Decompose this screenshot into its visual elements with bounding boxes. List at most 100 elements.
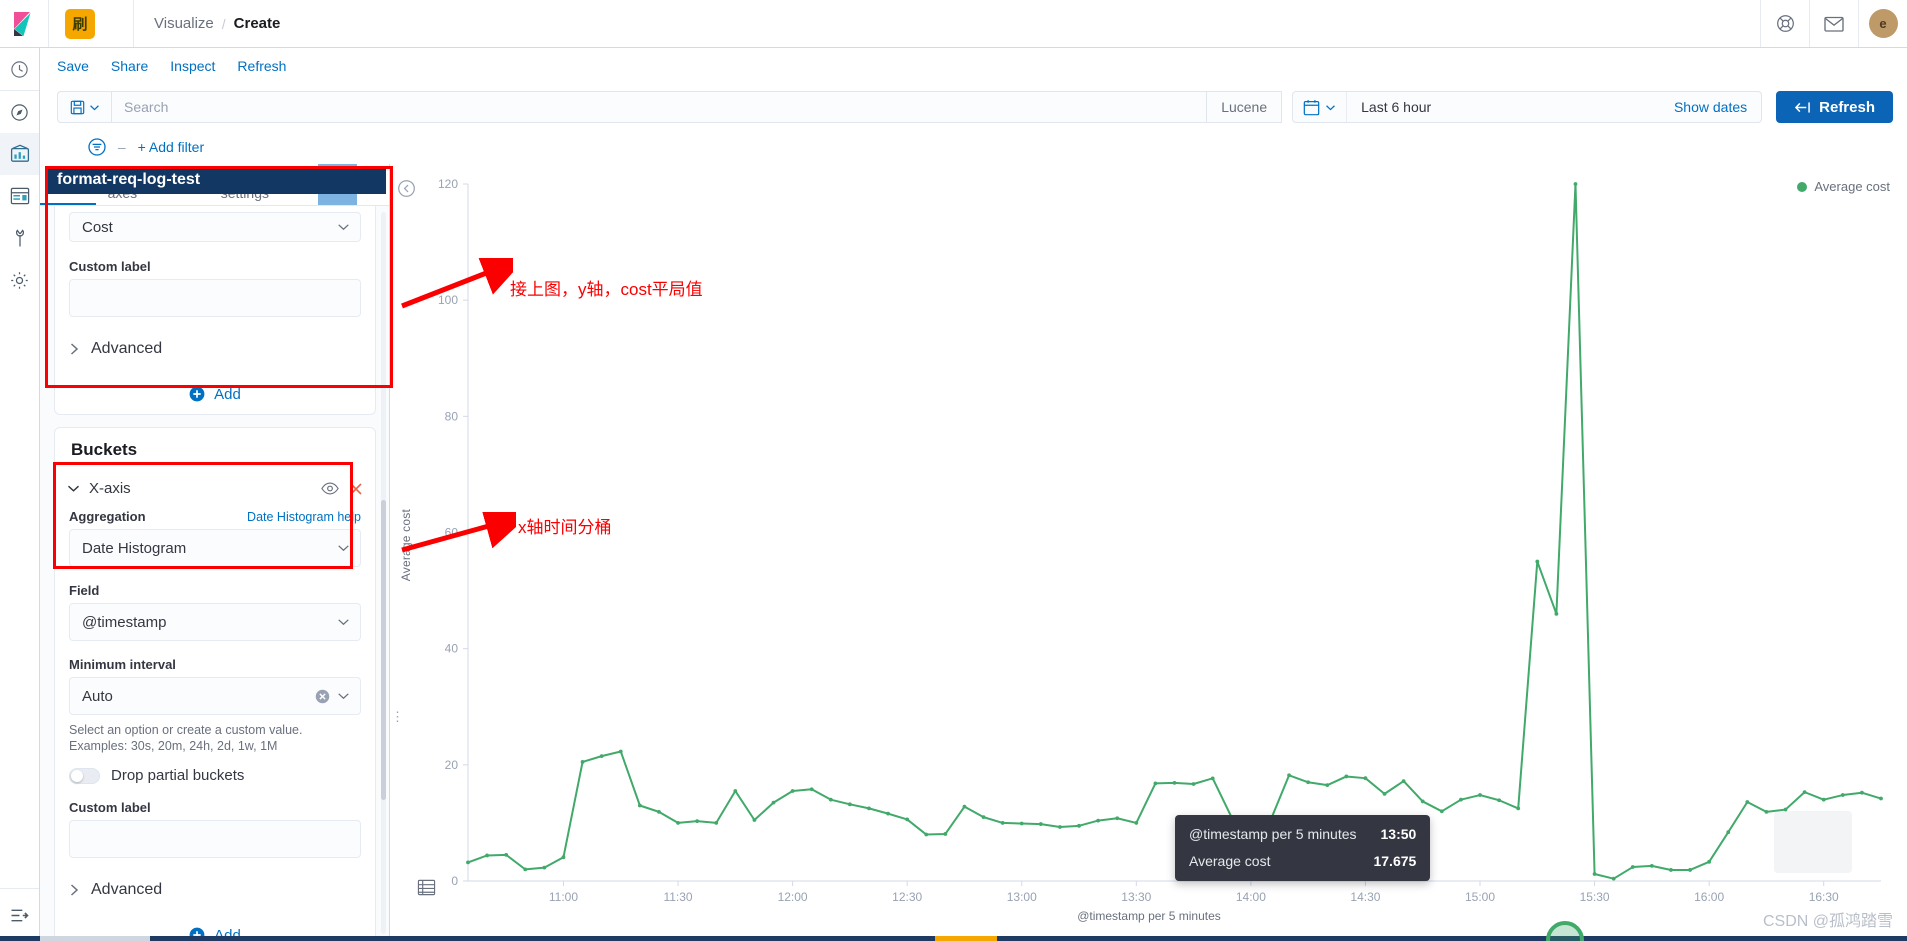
bucket-custom-label-input[interactable] — [69, 820, 361, 858]
plus-circle-icon — [189, 386, 205, 402]
add-filter-button[interactable]: + Add filter — [138, 139, 205, 155]
save-button[interactable]: Save — [57, 58, 89, 74]
metric-custom-label-label: Custom label — [69, 259, 151, 274]
metric-add-button[interactable]: Add — [55, 374, 375, 414]
chart-data-point — [1287, 773, 1291, 778]
metric-field-value: Cost — [82, 218, 113, 236]
eye-icon[interactable] — [321, 482, 339, 495]
y-axis-tick-label: 60 — [445, 526, 459, 540]
clear-circle-icon[interactable] — [315, 689, 330, 704]
x-axis-tick-label: 14:00 — [1236, 890, 1266, 904]
chart-data-point — [1669, 868, 1673, 872]
x-axis-tick-label: 15:00 — [1465, 890, 1495, 904]
data-table-icon[interactable] — [417, 878, 436, 897]
chart-data-point — [561, 855, 566, 860]
watermark-text: CSDN @孤鸿踏雪 — [1762, 913, 1893, 930]
aggregation-value: Date Histogram — [82, 539, 187, 557]
drop-partial-buckets-toggle[interactable] — [69, 767, 100, 784]
drop-partial-buckets-row[interactable]: Drop partial buckets — [69, 767, 361, 784]
sidebar-item-dashboard[interactable] — [0, 175, 39, 217]
x-axis-tick-label: 13:30 — [1121, 890, 1151, 904]
date-histogram-help-link[interactable]: Date Histogram help — [247, 510, 361, 524]
share-button[interactable]: Share — [111, 58, 148, 74]
sidebar-item-management[interactable] — [0, 259, 39, 301]
side-nav-rail — [0, 48, 40, 941]
chart-data-point — [752, 818, 757, 822]
search-input[interactable] — [112, 92, 1207, 122]
chart-data-point — [828, 797, 833, 802]
chart-data-point — [1363, 776, 1368, 781]
global-header: 刷 Visualize / Create e — [0, 0, 1907, 48]
chart-data-point — [1344, 774, 1349, 779]
saved-query-button[interactable] — [57, 91, 111, 123]
chart-data-point — [1840, 793, 1845, 797]
chart-data-point — [1058, 825, 1062, 829]
chart-data-point — [1134, 821, 1139, 825]
search-input-wrapper — [111, 91, 1208, 123]
buckets-section-title: Buckets — [71, 440, 138, 459]
x-axis-tick-label: 16:30 — [1809, 890, 1839, 904]
editor-scrollbar[interactable] — [381, 212, 386, 934]
filter-funnel-icon[interactable] — [88, 138, 106, 156]
aggregation-select[interactable]: Date Histogram — [69, 529, 361, 567]
panel-title: format-req-log-test — [45, 166, 386, 194]
metric-custom-label-input[interactable] — [69, 279, 361, 317]
bucket-advanced-toggle[interactable]: Advanced — [69, 875, 361, 901]
tooltip-key: Average cost — [1189, 853, 1271, 869]
time-range-value[interactable]: Last 6 hour — [1347, 99, 1660, 115]
app-badge-cell: 刷 — [49, 0, 134, 47]
annotation-text-y-axis: 接上图，y轴，cost平局值 — [510, 280, 703, 299]
chart-data-point — [695, 819, 700, 824]
chart-data-point — [637, 803, 642, 808]
annotation-text-x-axis: x轴时间分桶 — [518, 518, 612, 537]
chart-data-point — [733, 789, 738, 793]
metric-advanced-label: Advanced — [91, 340, 163, 357]
inspect-button[interactable]: Inspect — [170, 58, 215, 74]
chevron-down-icon — [338, 693, 349, 700]
chart-data-point — [466, 860, 470, 865]
metric-field-select[interactable]: Cost — [69, 212, 361, 242]
chart-data-point — [962, 804, 967, 809]
sidebar-item-dev-tools[interactable] — [0, 217, 39, 259]
avatar[interactable]: e — [1858, 0, 1907, 47]
sidebar-item-recently-viewed[interactable] — [0, 48, 39, 91]
x-axis-tick-label: 15:30 — [1580, 890, 1610, 904]
tooltip-row: @timestamp per 5 minutes 13:50 — [1189, 826, 1416, 842]
refresh-nav-button[interactable]: Refresh — [237, 58, 286, 74]
chart-data-point — [1000, 821, 1005, 825]
refresh-button[interactable]: Refresh — [1776, 91, 1893, 123]
x-axis-header[interactable]: X-axis — [55, 470, 375, 507]
query-language-button[interactable]: Lucene — [1207, 91, 1283, 123]
kibana-logo-icon[interactable] — [0, 0, 49, 47]
field-label: Field — [69, 583, 100, 598]
chart-data-point — [943, 832, 948, 836]
watermark-ghost-block — [1774, 811, 1852, 873]
aggregation-label: Aggregation — [69, 509, 146, 524]
breadcrumb-visualize[interactable]: Visualize — [154, 15, 214, 32]
chart-data-point — [676, 821, 680, 825]
chart-data-point — [542, 865, 547, 870]
minimum-interval-value: Auto — [82, 687, 113, 705]
metric-aggregation-card: Cost Custom label Advanced Add — [54, 206, 376, 415]
chart-data-point — [1172, 780, 1177, 785]
close-x-icon[interactable] — [349, 482, 363, 496]
help-circle-icon[interactable] — [1760, 0, 1809, 47]
calendar-icon-button[interactable] — [1293, 92, 1348, 122]
metric-advanced-toggle[interactable]: Advanced — [69, 334, 361, 360]
x-axis-tick-label: 11:30 — [663, 890, 692, 904]
chart-data-point — [1630, 865, 1635, 869]
sidebar-item-visualize[interactable] — [0, 133, 39, 175]
show-dates-button[interactable]: Show dates — [1660, 99, 1761, 115]
minimum-interval-select[interactable]: Auto — [69, 677, 361, 715]
kibana-visualize-create-page: 刷 Visualize / Create e Save Share Inspec… — [0, 0, 1907, 941]
minimum-interval-label: Minimum interval — [69, 657, 176, 672]
chart-data-point — [1077, 823, 1081, 828]
chart-data-point — [1306, 780, 1311, 785]
y-axis-tick-label: 20 — [445, 758, 459, 772]
field-select[interactable]: @timestamp — [69, 603, 361, 641]
sidebar-item-discover[interactable] — [0, 91, 39, 133]
filter-bar: – + Add filter — [40, 130, 1907, 164]
y-axis-tick-label: 40 — [445, 642, 459, 656]
mail-icon[interactable] — [1809, 0, 1858, 47]
collapse-nav-icon[interactable] — [0, 888, 39, 941]
